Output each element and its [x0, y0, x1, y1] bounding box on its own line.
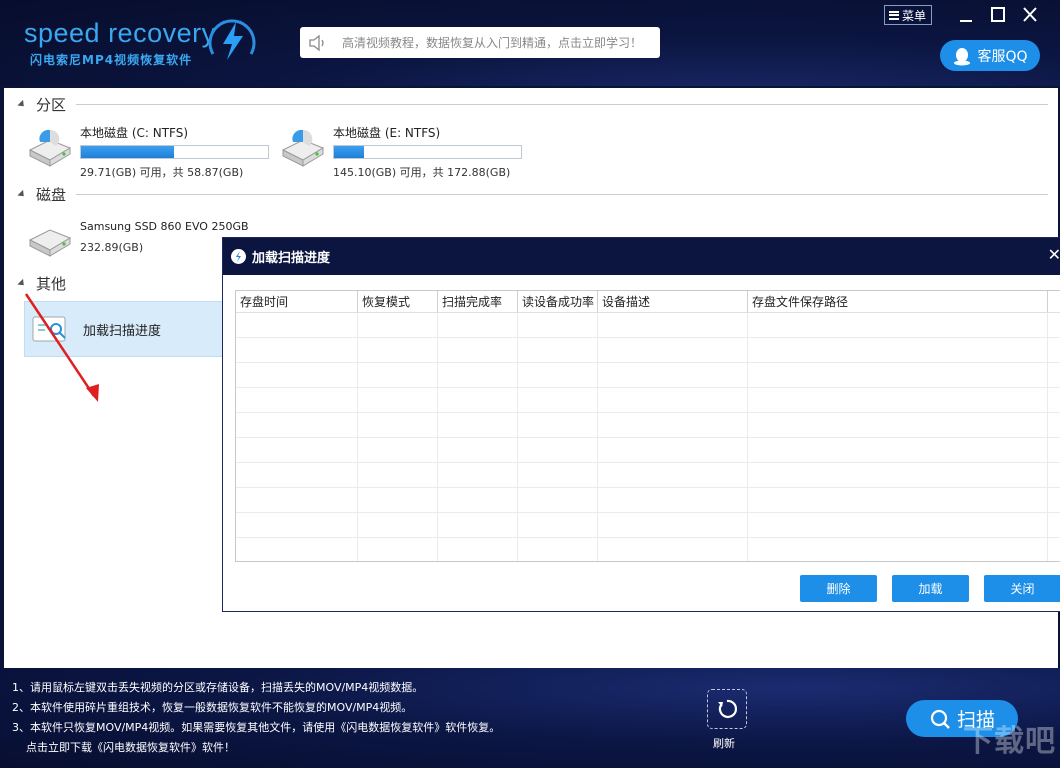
hard-drive-icon [28, 129, 72, 167]
table-row [236, 363, 1060, 388]
app-lightning-icon [231, 249, 246, 264]
partition-info: 29.71(GB) 可用，共 58.87(GB) [80, 166, 244, 179]
column-header[interactable]: 扫描完成率 [438, 291, 518, 312]
disk-section-header[interactable]: 磁盘 [17, 184, 1048, 205]
dialog-close-icon[interactable]: ✕ [1048, 245, 1060, 264]
notice-banner[interactable]: 高清视频教程，数据恢复从入门到精通，点击立即学习！ [300, 27, 660, 58]
table-row [236, 488, 1060, 513]
menu-label: 菜单 [901, 8, 926, 23]
load-button[interactable]: 加载 [892, 575, 969, 602]
qq-label: 客服QQ [977, 48, 1028, 65]
search-icon [930, 709, 950, 729]
speaker-icon [309, 34, 324, 51]
watermark-text: 下载吧 [963, 724, 1056, 759]
table-row [236, 463, 1060, 488]
table-row [236, 538, 1060, 561]
table-row [236, 513, 1060, 538]
maximize-icon[interactable] [982, 5, 1014, 25]
tip-line: 2、本软件使用碎片重组技术，恢复一般数据恢复软件不能恢复的MOV/MP4视频。 [12, 701, 413, 714]
section-label: 分区 [36, 96, 67, 114]
divider [76, 194, 1048, 195]
column-header[interactable]: 设备描述 [598, 291, 748, 312]
section-label: 磁盘 [36, 186, 67, 204]
table-body [236, 313, 1060, 561]
refresh-button[interactable] [707, 689, 747, 729]
table-header: 存盘时间 恢复模式 扫描完成率 读设备成功率 设备描述 存盘文件保存路径 [236, 291, 1060, 313]
partition-section-header[interactable]: 分区 [17, 94, 1048, 115]
column-header[interactable]: 存盘文件保存路径 [748, 291, 1048, 312]
disk-name: Samsung SSD 860 EVO 250GB [80, 220, 249, 233]
partition-item-e[interactable]: 本地磁盘 (E: NTFS) 145.10(GB) 可用，共 172.88(GB… [279, 124, 522, 180]
qq-penguin-icon [954, 47, 971, 65]
table-row [236, 388, 1060, 413]
column-header[interactable]: 存盘时间 [236, 291, 358, 312]
menu-button[interactable]: 菜单 [883, 5, 932, 25]
collapse-triangle-icon [17, 278, 27, 289]
usage-bar-fill [334, 146, 364, 158]
table-row [236, 438, 1060, 463]
tip-line: 3、本软件只恢复MOV/MP4视频。如果需要恢复其他文件，请使用《闪电数据恢复软… [12, 721, 501, 734]
usage-bar [333, 145, 522, 159]
minimize-icon[interactable] [950, 5, 982, 25]
menu-icon [888, 10, 899, 20]
divider [76, 104, 1048, 105]
download-link[interactable]: 点击立即下载《闪电数据恢复软件》软件！ [12, 738, 500, 758]
annotation-arrow [24, 293, 99, 402]
scan-progress-table: 存盘时间 恢复模式 扫描完成率 读设备成功率 设备描述 存盘文件保存路径 [235, 290, 1060, 562]
hard-drive-icon [281, 129, 325, 167]
partition-item-c[interactable]: 本地磁盘 (C: NTFS) 29.71(GB) 可用，共 58.87(GB) [26, 124, 269, 180]
refresh-icon [718, 699, 738, 718]
dialog-button-row: 删除 加载 关闭 [800, 575, 1060, 602]
app-logo-text: speed recovery [24, 18, 216, 48]
dialog-title: 加载扫描进度 [252, 251, 331, 266]
usage-bar-fill [81, 146, 174, 158]
app-subtitle: 闪电索尼MP4视频恢复软件 [30, 53, 193, 67]
qq-support-button[interactable]: 客服QQ [940, 40, 1040, 71]
column-header[interactable]: 恢复模式 [358, 291, 438, 312]
close-button[interactable]: 关闭 [984, 575, 1060, 602]
lightning-logo-icon [208, 19, 256, 60]
disk-item-samsung-ssd[interactable]: Samsung SSD 860 EVO 250GB 232.89(GB) [26, 218, 249, 258]
dialog-titlebar: 加载扫描进度 ✕ [223, 238, 1060, 275]
notice-text: 高清视频教程，数据恢复从入门到精通，点击立即学习！ [342, 36, 643, 50]
usage-tips: 1、请用鼠标左键双击丢失视频的分区或存储设备，扫描丢失的MOV/MP4视频数据。… [12, 678, 500, 758]
table-row [236, 313, 1060, 338]
disk-drive-icon [28, 229, 72, 257]
table-row [236, 413, 1060, 438]
section-label: 其他 [36, 275, 67, 293]
delete-button[interactable]: 删除 [800, 575, 877, 602]
tip-line: 1、请用鼠标左键双击丢失视频的分区或存储设备，扫描丢失的MOV/MP4视频数据。 [12, 681, 424, 694]
usage-bar [80, 145, 269, 159]
app-header: speed recovery 闪电索尼MP4视频恢复软件 高清视频教程，数据恢复… [0, 0, 1060, 86]
collapse-triangle-icon [17, 99, 27, 110]
partition-name: 本地磁盘 (E: NTFS) [333, 126, 441, 140]
app-footer: 1、请用鼠标左键双击丢失视频的分区或存储设备，扫描丢失的MOV/MP4视频数据。… [0, 668, 1060, 768]
close-icon[interactable] [1014, 5, 1046, 25]
collapse-triangle-icon [17, 189, 27, 200]
partition-name: 本地磁盘 (C: NTFS) [80, 126, 189, 140]
window-controls: 菜单 [883, 5, 1046, 25]
load-scan-progress-dialog: 加载扫描进度 ✕ 存盘时间 恢复模式 扫描完成率 读设备成功率 设备描述 存盘文… [222, 237, 1060, 612]
refresh-label: 刷新 [713, 737, 735, 750]
column-header[interactable]: 读设备成功率 [518, 291, 598, 312]
table-row [236, 338, 1060, 363]
partition-info: 145.10(GB) 可用，共 172.88(GB) [333, 166, 511, 179]
